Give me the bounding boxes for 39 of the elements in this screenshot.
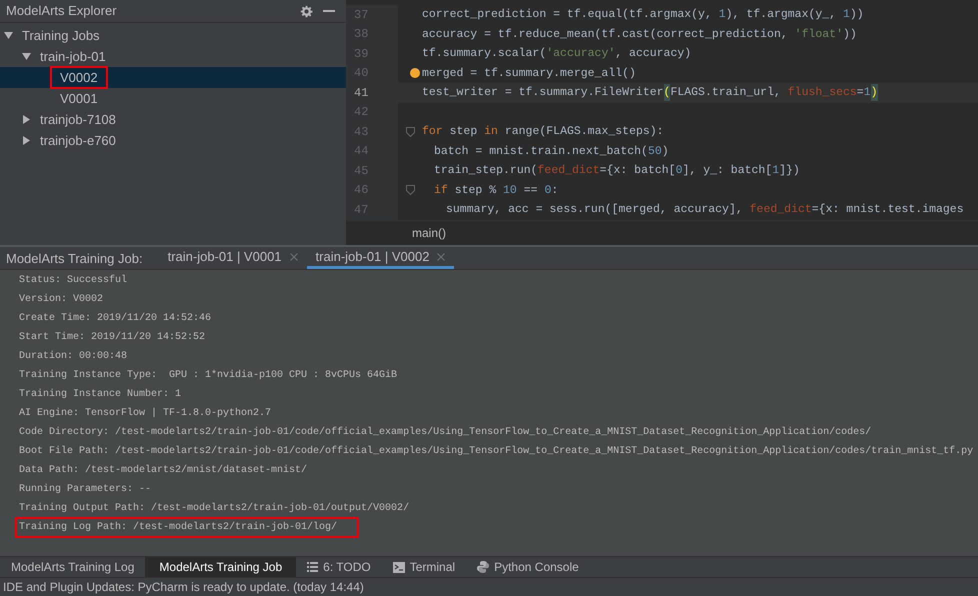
detail-line: Training Instance Type: GPU : 1*nvidia-p100 CPU : 8vCPUs 64GiB [18,368,398,384]
tool-window-tab[interactable]: Python Console [466,557,590,578]
detail-line: Running Parameters: -- [18,482,152,498]
code-line: correct_prediction = tf.equal(tf.argmax(y, 1), tf.argmax(y_, 1)) [422,7,864,24]
tool-window-tab[interactable]: 6: TODO [296,557,382,578]
code-line: train_step.run(feed_dict={x: batch[0], y_: batch[1]}) [434,163,800,180]
detail-line: Training Output Path: /test-modelarts2/train-job-01/output/V0002/ [18,502,410,516]
code-line: tf.summary.scalar('accuracy', accuracy) [422,46,692,62]
detail-line: Status: Successful [18,274,128,288]
status-message: IDE and Plugin Updates: PyCharm is ready to update. (today 14:44) [3,579,364,596]
panel-title: ModelArts Training Job: [5,250,144,268]
breadcrumb[interactable]: main() [412,224,446,242]
tree-item[interactable]: Training Jobs [0,25,346,46]
detail-line: AI Engine: TensorFlow | TF-1.8.0-python2.7 [18,406,272,422]
code-line: if step % 10 == 0: [434,182,558,199]
code-line: test_writer = tf.summary.FileWriter(FLAGS.train_url, flush_secs=1) [422,83,878,102]
detail-line: Duration: 00:00:48 [18,350,128,364]
detail-line: Code Directory: /test-modelarts2/train-job-01/code/official_examples/Using_TensorFlow_to_Create_a_MNIST_Dataset_Recognition_Application/codes/ [18,426,872,440]
detail-line: Start Time: 2019/11/20 14:52:52 [18,330,206,346]
detail-line: Data Path: /test-modelarts2/mnist/dataset-mnist/ [18,464,308,478]
tree-item[interactable]: trainjob-e760 [0,130,346,151]
detail-line: Training Instance Number: 1 [18,388,182,402]
tree-item[interactable]: train-job-01 [0,46,346,67]
panel-title: ModelArts Explorer [6,2,118,20]
detail-line: Create Time: 2019/11/20 14:52:46 [18,312,212,326]
code-line: merged = tf.summary.merge_all() [422,66,636,82]
job-tab[interactable]: train-job-01 | V0001 [158,247,307,270]
detail-line: Version: V0002 [18,292,104,308]
tree-item[interactable]: V0002 [0,67,346,88]
tool-window-tab[interactable]: ModelArts Training Log [0,557,146,578]
tool-window-tab[interactable]: Terminal [382,557,466,578]
code-line: summary, acc = sess.run([merged, accuracy], feed_dict={x: mnist.test.images [446,202,964,218]
code-line: for step in range(FLAGS.max_steps): [422,124,664,140]
tool-window-tab[interactable]: ModelArts Training Job [145,557,296,578]
code-line: accuracy = tf.reduce_mean(tf.cast(correct_prediction, 'float')) [422,26,857,43]
tree-item[interactable]: V0001 [0,88,346,109]
tree-item[interactable]: trainjob-7108 [0,109,346,130]
detail-line: Boot File Path: /test-modelarts2/train-job-01/code/official_examples/Using_TensorFlow_to_Create_a_MNIST_Dataset_Recognition_Application/codes/train_mnist_tf.py [18,444,974,460]
code-line: batch = mnist.train.next_batch(50) [434,144,669,160]
